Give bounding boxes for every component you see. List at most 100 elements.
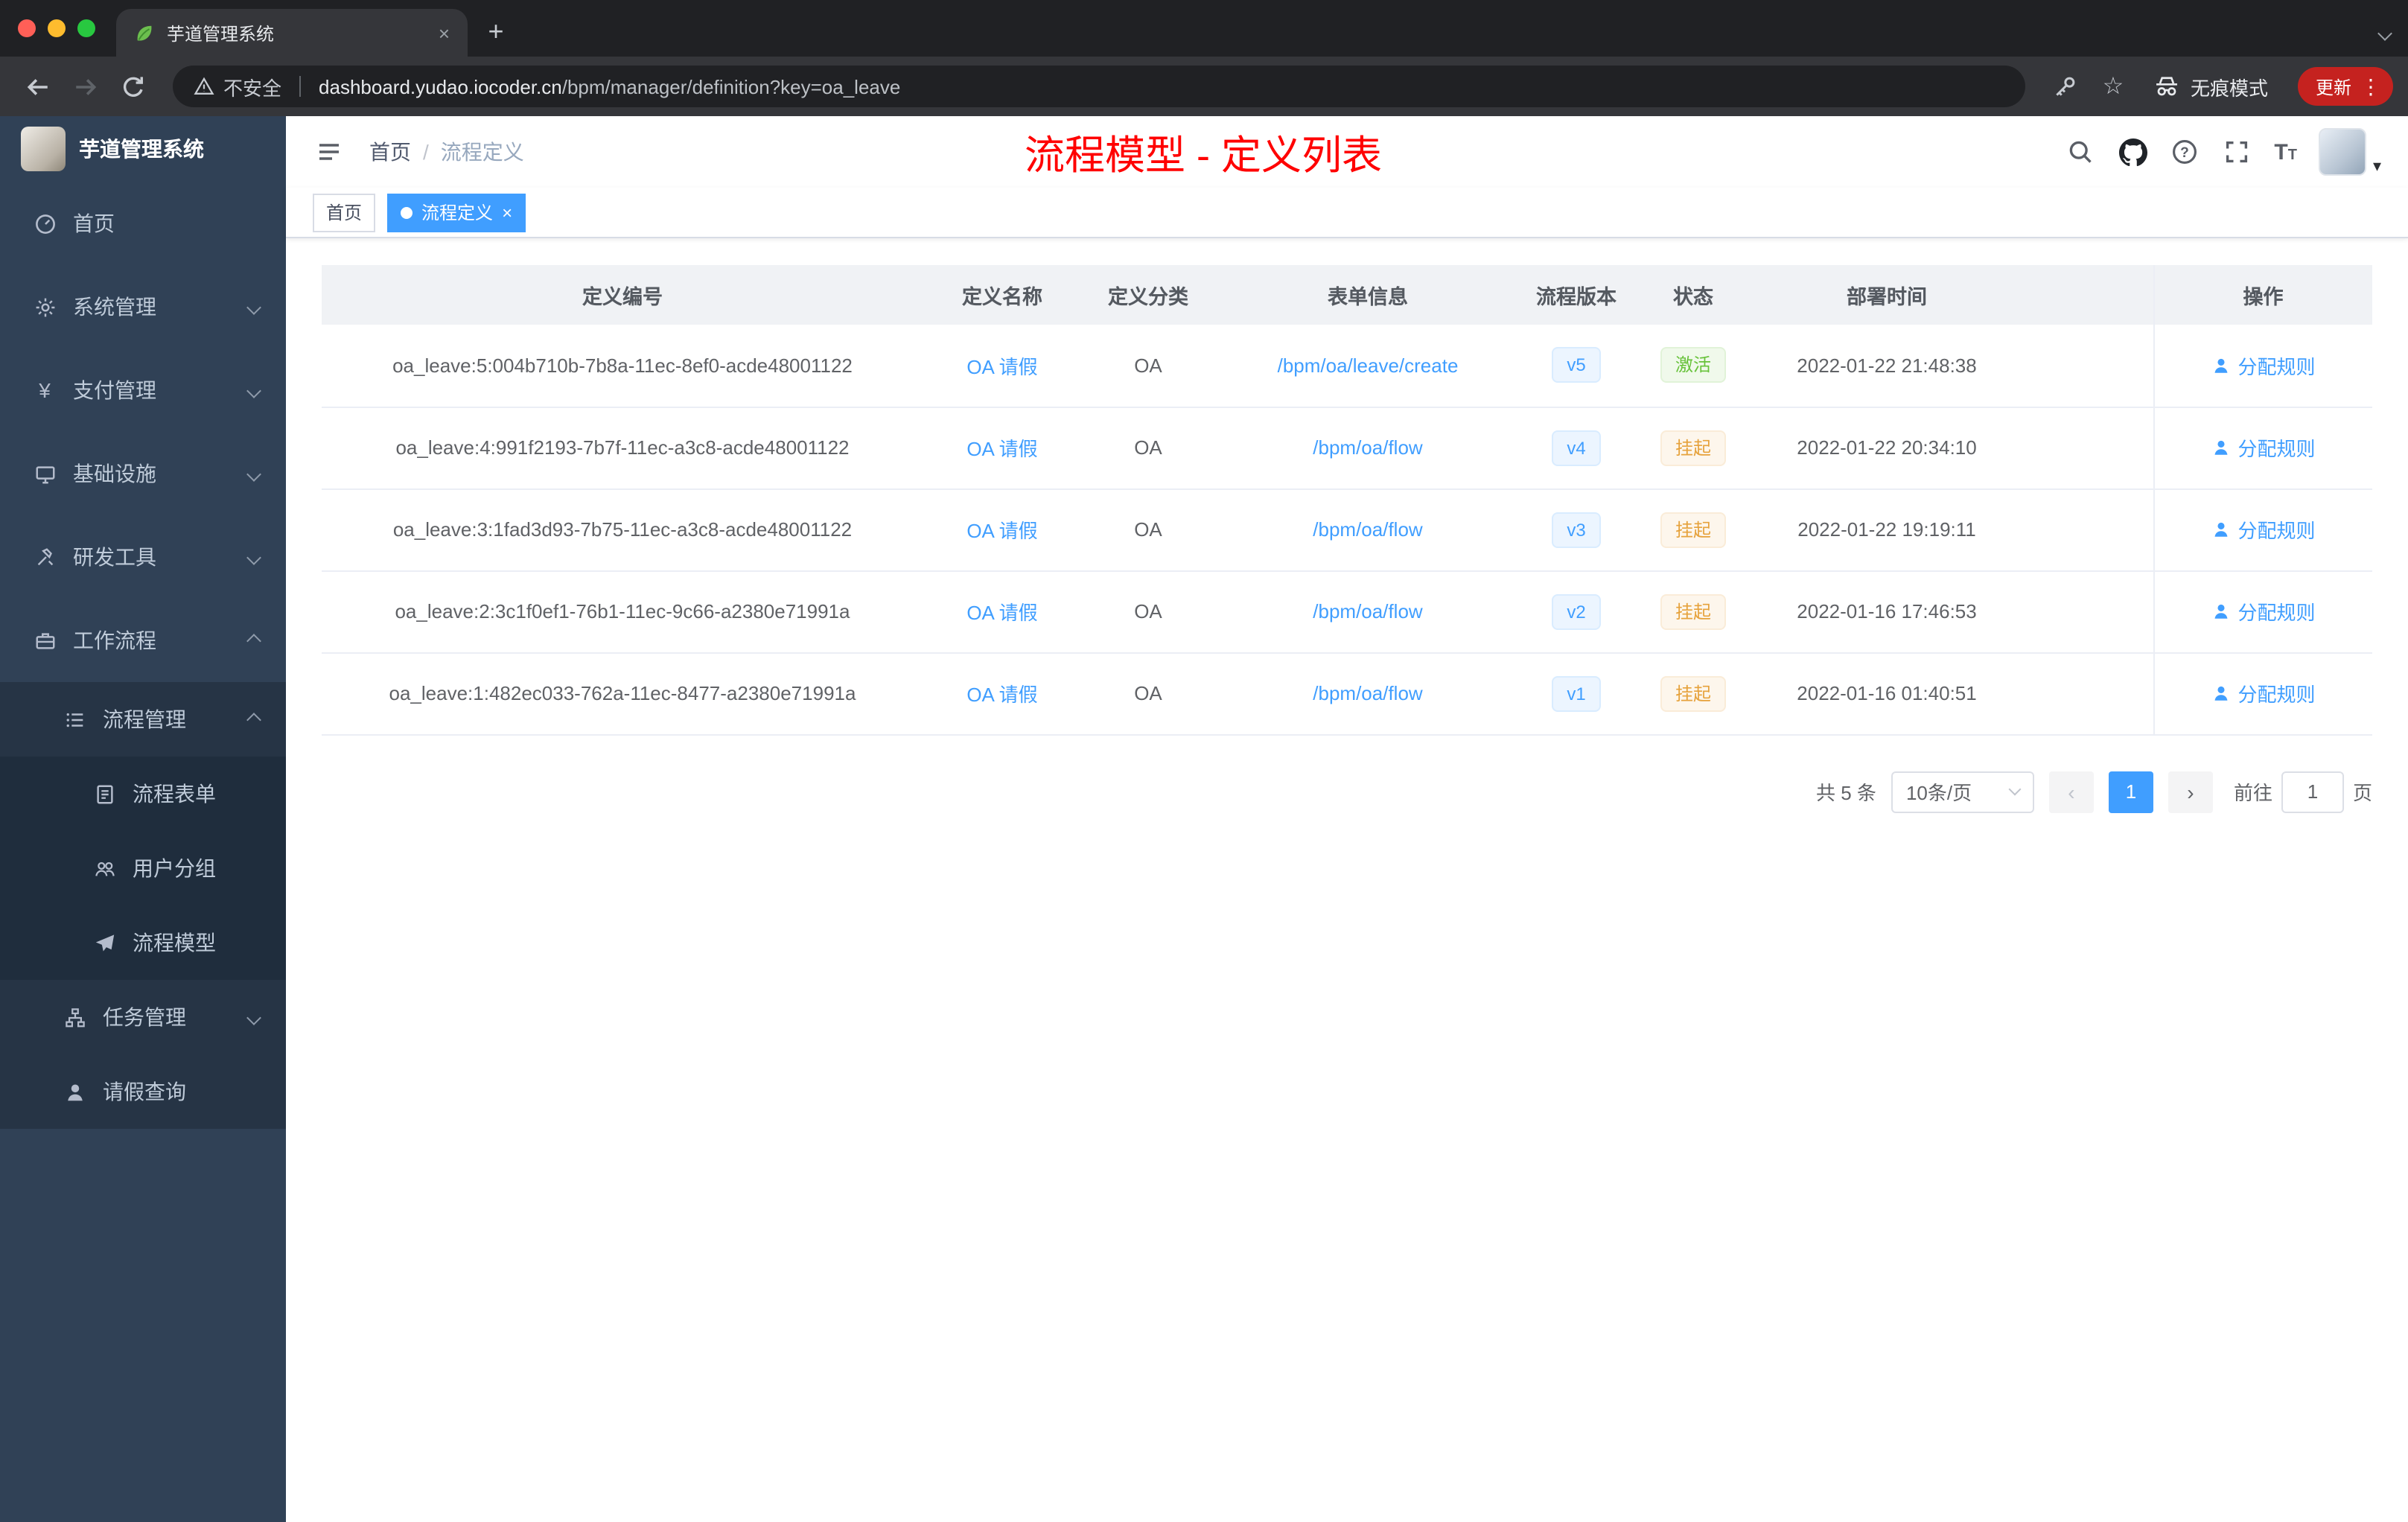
browser-update-button[interactable]: 更新 ⋮ <box>2297 67 2393 106</box>
prev-page-button[interactable]: ‹ <box>2048 771 2094 812</box>
category-cell: OA <box>1081 488 1215 571</box>
hamburger-icon[interactable] <box>313 136 345 168</box>
assign-rule-link[interactable]: 分配规则 <box>2211 433 2316 462</box>
dashboard-icon <box>33 211 57 235</box>
category-cell: OA <box>1081 652 1215 735</box>
sidebar-item-task-management[interactable]: 任务管理 <box>0 980 286 1054</box>
sidebar-item-system[interactable]: 系统管理 <box>0 265 286 348</box>
sidebar-item-infrastructure[interactable]: 基础设施 <box>0 432 286 515</box>
chevron-up-icon <box>246 712 261 727</box>
table-header-row: 定义编号 定义名称 定义分类 表单信息 流程版本 状态 部署时间 操作 <box>322 265 2372 325</box>
brand[interactable]: 芋道管理系统 <box>0 116 286 182</box>
tab-close-icon[interactable]: × <box>436 22 453 44</box>
assign-rule-link[interactable]: 分配规则 <box>2211 679 2316 707</box>
new-tab-button[interactable]: + <box>474 9 518 54</box>
gap-cell <box>2019 407 2153 489</box>
gap-cell <box>2019 488 2153 571</box>
avatar[interactable] <box>2319 128 2367 176</box>
header-deploy-time: 部署时间 <box>1754 265 2019 325</box>
definition-name-link[interactable]: OA 请假 <box>966 684 1037 706</box>
refresh-icon[interactable] <box>110 64 155 109</box>
brand-title: 芋道管理系统 <box>79 137 204 161</box>
security-indicator[interactable]: 不安全 <box>194 72 281 101</box>
workflow-submenu: 流程管理 流程表单 用户分组 流程模型 任务管理 请假查询 <box>0 682 286 1129</box>
definition-name-link[interactable]: OA 请假 <box>966 438 1037 460</box>
chevron-down-icon <box>246 1010 261 1025</box>
sidebar-item-workflow[interactable]: 工作流程 <box>0 599 286 682</box>
definition-table: 定义编号 定义名称 定义分类 表单信息 流程版本 状态 部署时间 操作 oa_l… <box>322 265 2372 735</box>
caret-down-icon: ▾ <box>2372 158 2381 176</box>
browser-tab[interactable]: 芋道管理系统 × <box>116 9 468 57</box>
bookmark-star-icon[interactable]: ☆ <box>2091 64 2135 109</box>
definition-name-link[interactable]: OA 请假 <box>966 520 1037 542</box>
document-icon <box>92 782 116 806</box>
assign-rule-link[interactable]: 分配规则 <box>2211 597 2316 625</box>
goto-input[interactable] <box>2281 771 2344 812</box>
sidebar-item-process-model[interactable]: 流程模型 <box>0 905 286 980</box>
back-icon[interactable] <box>15 64 60 109</box>
tag-home[interactable]: 首页 <box>313 193 376 232</box>
app-navbar: 首页 / 流程定义 流程模型 - 定义列表 ? T T ▾ <box>286 116 2408 188</box>
form-link[interactable]: /bpm/oa/flow <box>1313 682 1422 704</box>
tag-close-icon[interactable]: × <box>502 203 512 221</box>
header-definition-id: 定义编号 <box>322 265 923 325</box>
table-row: oa_leave:3:1fad3d93-7b75-11ec-a3c8-acde4… <box>322 488 2372 571</box>
version-badge: v5 <box>1552 347 1601 383</box>
table-row: oa_leave:4:991f2193-7b7f-11ec-a3c8-acde4… <box>322 407 2372 489</box>
sidebar-item-process-form[interactable]: 流程表单 <box>0 757 286 831</box>
tab-search-icon[interactable] <box>2377 19 2392 46</box>
category-cell: OA <box>1081 407 1215 489</box>
sidebar-item-leave-query[interactable]: 请假查询 <box>0 1054 286 1129</box>
help-icon[interactable]: ? <box>2170 137 2200 167</box>
github-icon[interactable] <box>2118 137 2147 167</box>
favicon-leaf-icon <box>131 21 155 45</box>
tag-process-definition[interactable]: 流程定义 × <box>387 193 526 232</box>
sidebar-item-user-group[interactable]: 用户分组 <box>0 831 286 905</box>
next-page-button[interactable]: › <box>2167 771 2213 812</box>
password-key-icon[interactable] <box>2043 64 2088 109</box>
window-close-button[interactable] <box>18 19 36 37</box>
window-minimize-button[interactable] <box>48 19 66 37</box>
assign-rule-link[interactable]: 分配规则 <box>2211 515 2316 544</box>
page-1-button[interactable]: 1 <box>2108 771 2153 812</box>
header-category: 定义分类 <box>1081 265 1215 325</box>
sidebar-item-payment[interactable]: ¥ 支付管理 <box>0 348 286 432</box>
tags-view-bar: 首页 流程定义 × <box>286 188 2408 238</box>
forward-icon[interactable] <box>63 64 107 109</box>
briefcase-icon <box>33 628 57 652</box>
form-link[interactable]: /bpm/oa/leave/create <box>1278 354 1459 377</box>
form-link[interactable]: /bpm/oa/flow <box>1313 436 1422 459</box>
incognito-badge: 无痕模式 <box>2138 72 2283 101</box>
version-badge: v3 <box>1552 512 1601 547</box>
definition-name-link[interactable]: OA 请假 <box>966 602 1037 624</box>
content-area: 定义编号 定义名称 定义分类 表单信息 流程版本 状态 部署时间 操作 oa_l… <box>286 238 2408 1522</box>
browser-menu-icon[interactable]: ⋮ <box>2360 74 2381 99</box>
chevron-down-icon <box>246 383 261 398</box>
monitor-icon <box>33 462 57 485</box>
search-icon[interactable] <box>2065 137 2095 167</box>
definition-id-cell: oa_leave:2:3c1f0ef1-76b1-11ec-9c66-a2380… <box>322 570 923 653</box>
form-link[interactable]: /bpm/oa/flow <box>1313 600 1422 623</box>
table-row: oa_leave:2:3c1f0ef1-76b1-11ec-9c66-a2380… <box>322 570 2372 653</box>
sidebar-item-devtools[interactable]: 研发工具 <box>0 515 286 599</box>
list-icon <box>63 707 86 731</box>
user-menu[interactable]: ▾ <box>2319 128 2381 176</box>
breadcrumb-home-link[interactable]: 首页 <box>369 137 411 167</box>
sidebar-item-process-management[interactable]: 流程管理 <box>0 682 286 757</box>
form-link[interactable]: /bpm/oa/flow <box>1313 518 1422 541</box>
deploy-time-cell: 2022-01-22 19:19:11 <box>1754 488 2019 571</box>
font-size-icon[interactable]: TT <box>2274 139 2297 165</box>
assign-rule-link[interactable]: 分配规则 <box>2211 351 2316 380</box>
incognito-label: 无痕模式 <box>2190 77 2268 99</box>
sidebar-item-home[interactable]: 首页 <box>0 182 286 265</box>
window-zoom-button[interactable] <box>77 19 95 37</box>
chevron-down-icon <box>246 550 261 564</box>
definition-name-link[interactable]: OA 请假 <box>966 356 1037 378</box>
chevron-down-icon <box>246 299 261 314</box>
breadcrumb: 首页 / 流程定义 <box>369 137 524 167</box>
window-controls <box>0 0 116 57</box>
address-bar[interactable]: 不安全 dashboard.yudao.iocoder.cn/bpm/manag… <box>173 66 2025 107</box>
fullscreen-icon[interactable] <box>2222 137 2252 167</box>
page-size-select[interactable]: 10条/页 <box>1891 771 2034 812</box>
yen-icon: ¥ <box>39 378 51 402</box>
